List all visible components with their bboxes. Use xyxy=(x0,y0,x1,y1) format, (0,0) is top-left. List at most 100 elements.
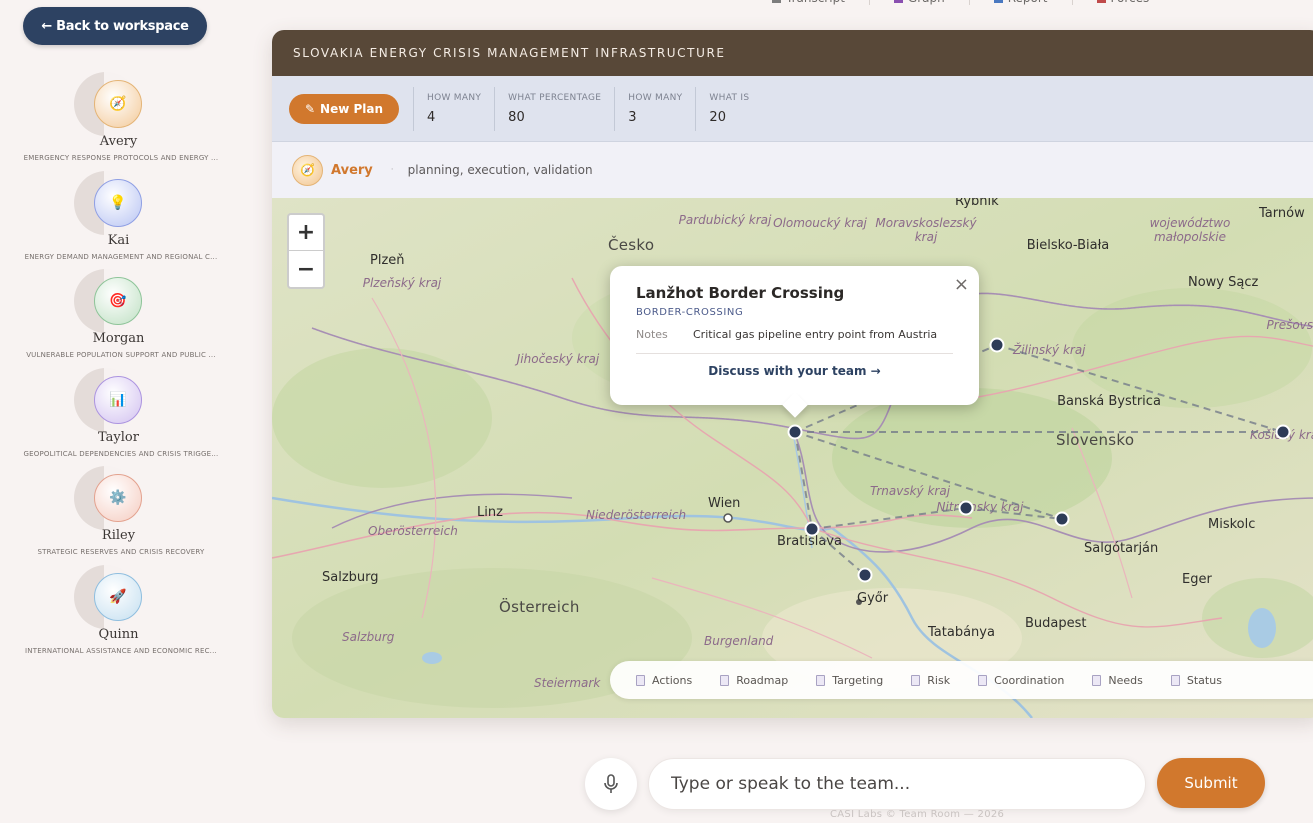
stat-label: HOW MANY xyxy=(628,92,683,103)
map-marker[interactable] xyxy=(787,424,803,440)
main-card: SLOVAKIA ENERGY CRISIS MANAGEMENT INFRAS… xyxy=(272,30,1313,718)
agent-role: STRATEGIC RESERVES AND CRISIS RECOVERY xyxy=(37,548,205,556)
compass-icon: 🧭 xyxy=(292,154,323,186)
nav-report[interactable]: Report xyxy=(970,0,1073,5)
stat-item: WHAT PERCENTAGE 80 xyxy=(494,86,614,131)
popup-notes-value: Critical gas pipeline entry point from A… xyxy=(693,328,938,341)
document-icon xyxy=(1092,674,1102,686)
back-to-workspace-button[interactable]: ← Back to workspace xyxy=(23,7,207,45)
graph-icon xyxy=(893,0,903,3)
stat-value: 80 xyxy=(508,109,525,125)
active-agent-desc: planning, execution, validation xyxy=(407,163,593,177)
card-title: SLOVAKIA ENERGY CRISIS MANAGEMENT INFRAS… xyxy=(272,30,1313,76)
stat-item: WHAT IS 20 xyxy=(695,86,762,131)
agent-riley[interactable]: ⚙️ Riley STRATEGIC RESERVES AND CRISIS REC… xyxy=(0,466,240,565)
popup-notes-label: Notes xyxy=(636,328,668,341)
zoom-out-button[interactable]: − xyxy=(289,251,323,287)
zoom-in-button[interactable]: + xyxy=(289,215,323,251)
document-icon xyxy=(816,674,826,686)
tab-roadmap[interactable]: Roadmap xyxy=(720,674,788,687)
map-marker[interactable] xyxy=(857,567,873,583)
route-line xyxy=(996,344,1284,433)
agent-role: EMERGENCY RESPONSE PROTOCOLS AND ENERGY … xyxy=(23,154,219,162)
agent-name: Quinn xyxy=(98,626,139,642)
bar-chart-icon: 📊 xyxy=(94,375,142,424)
agent-role: GEOPOLITICAL DEPENDENCIES AND CRISIS TRI… xyxy=(23,449,219,458)
document-icon xyxy=(720,674,730,686)
stat-label: HOW MANY xyxy=(427,92,482,103)
map-marker[interactable] xyxy=(1275,424,1291,440)
lightbulb-icon: 💡 xyxy=(94,178,142,227)
stat-value: 3 xyxy=(628,109,637,125)
close-icon[interactable]: × xyxy=(954,274,969,295)
new-plan-button[interactable]: ✎ New Plan xyxy=(289,93,399,124)
tab-actions[interactable]: Actions xyxy=(636,674,692,687)
route-line xyxy=(811,507,967,530)
route-line xyxy=(794,431,813,530)
agent-name: Kai xyxy=(107,232,130,248)
gear-icon: ⚙️ xyxy=(94,474,142,522)
tab-coordination[interactable]: Coordination xyxy=(978,674,1064,687)
separator-dot: · xyxy=(390,165,394,175)
document-icon xyxy=(911,674,921,686)
location-popup: × Lanžhot Border Crossing BORDER-CROSSIN… xyxy=(610,266,979,405)
map-marker[interactable] xyxy=(989,337,1005,353)
compass-icon: 🧭 xyxy=(94,80,142,128)
nav-transcript[interactable]: Transcript xyxy=(748,0,870,5)
map-marker[interactable] xyxy=(1054,511,1070,527)
tab-status[interactable]: Status xyxy=(1170,674,1222,687)
stat-label: WHAT PERCENTAGE xyxy=(508,92,602,103)
tab-risk[interactable]: Risk xyxy=(911,674,950,687)
agent-morgan[interactable]: 🎯 Morgan VULNERABLE POPULATION SUPPORT AND… xyxy=(0,269,240,368)
agent-quinn[interactable]: 🚀 Quinn INTERNATIONAL ASSISTANCE AND ECONO… xyxy=(0,564,240,664)
document-icon xyxy=(978,674,988,686)
popup-notes-row: Notes Critical gas pipeline entry point … xyxy=(636,328,953,354)
report-icon xyxy=(993,0,1003,3)
microphone-button[interactable] xyxy=(585,758,637,810)
route-line xyxy=(794,431,1063,520)
agent-name: Morgan xyxy=(92,331,145,346)
nav-forces[interactable]: Forces xyxy=(1073,0,1174,5)
agent-name: Avery xyxy=(99,134,138,149)
stat-item: HOW MANY 4 xyxy=(413,86,494,131)
document-icon xyxy=(636,674,645,686)
rocket-icon: 🚀 xyxy=(94,572,142,621)
document-icon xyxy=(1170,674,1180,686)
agent-taylor[interactable]: 📊 Taylor GEOPOLITICAL DEPENDENCIES AND CRI… xyxy=(0,367,240,467)
forces-icon xyxy=(1096,0,1106,3)
top-nav: TranscriptGraphReportForces xyxy=(748,0,1173,5)
map-marker[interactable] xyxy=(804,521,820,537)
agent-name: Taylor xyxy=(98,429,139,445)
map-tab-bar: Actions Roadmap Targeting Risk Coordination N… xyxy=(610,661,1313,699)
stat-value: 20 xyxy=(709,109,726,125)
map-marker[interactable] xyxy=(958,500,974,516)
tab-needs[interactable]: Needs xyxy=(1092,674,1143,687)
route-line xyxy=(811,528,866,576)
agent-role: INTERNATIONAL ASSISTANCE AND ECONOMIC RE… xyxy=(25,646,217,655)
target-icon: 🎯 xyxy=(94,277,142,325)
footer-text: CASI Labs © Team Room — 2026 xyxy=(830,809,1005,820)
transcript-icon xyxy=(772,0,781,3)
map[interactable]: Česko Slovensko Österreich Wien Bratislava Bu… xyxy=(272,198,1313,718)
active-agent-strip: 🧭 Avery · planning, execution, validatio… xyxy=(272,142,1313,198)
stat-value: 4 xyxy=(427,109,436,125)
nav-graph[interactable]: Graph xyxy=(870,0,970,5)
agent-kai[interactable]: 💡 Kai ENERGY DEMAND MANAGEMENT AND REGIONA… xyxy=(0,170,240,270)
agent-role: VULNERABLE POPULATION SUPPORT AND PUBLIC… xyxy=(26,351,216,359)
discuss-link[interactable]: Discuss with your team → xyxy=(636,364,953,378)
stat-item: HOW MANY 3 xyxy=(614,86,695,131)
active-agent-name[interactable]: Avery xyxy=(331,163,373,178)
popup-type: BORDER-CROSSING xyxy=(636,307,744,318)
stats-bar: ✎ New Plan HOW MANY 4 WHAT PERCENTAGE 80 HOW… xyxy=(272,76,1313,142)
stat-label: WHAT IS xyxy=(709,92,750,103)
agent-role: ENERGY DEMAND MANAGEMENT AND REGIONAL C.… xyxy=(24,252,218,261)
zoom-control: + − xyxy=(287,213,325,289)
chat-input[interactable] xyxy=(648,758,1146,810)
microphone-icon xyxy=(604,774,618,793)
agent-list: 🧭 Avery EMERGENCY RESPONSE PROTOCOLS AND E… xyxy=(0,72,240,663)
pencil-icon: ✎ xyxy=(304,101,316,116)
popup-title: Lanžhot Border Crossing xyxy=(636,284,845,302)
submit-button[interactable]: Submit xyxy=(1157,758,1265,808)
agent-avery[interactable]: 🧭 Avery EMERGENCY RESPONSE PROTOCOLS AND E… xyxy=(0,72,240,171)
tab-targeting[interactable]: Targeting xyxy=(816,674,883,687)
